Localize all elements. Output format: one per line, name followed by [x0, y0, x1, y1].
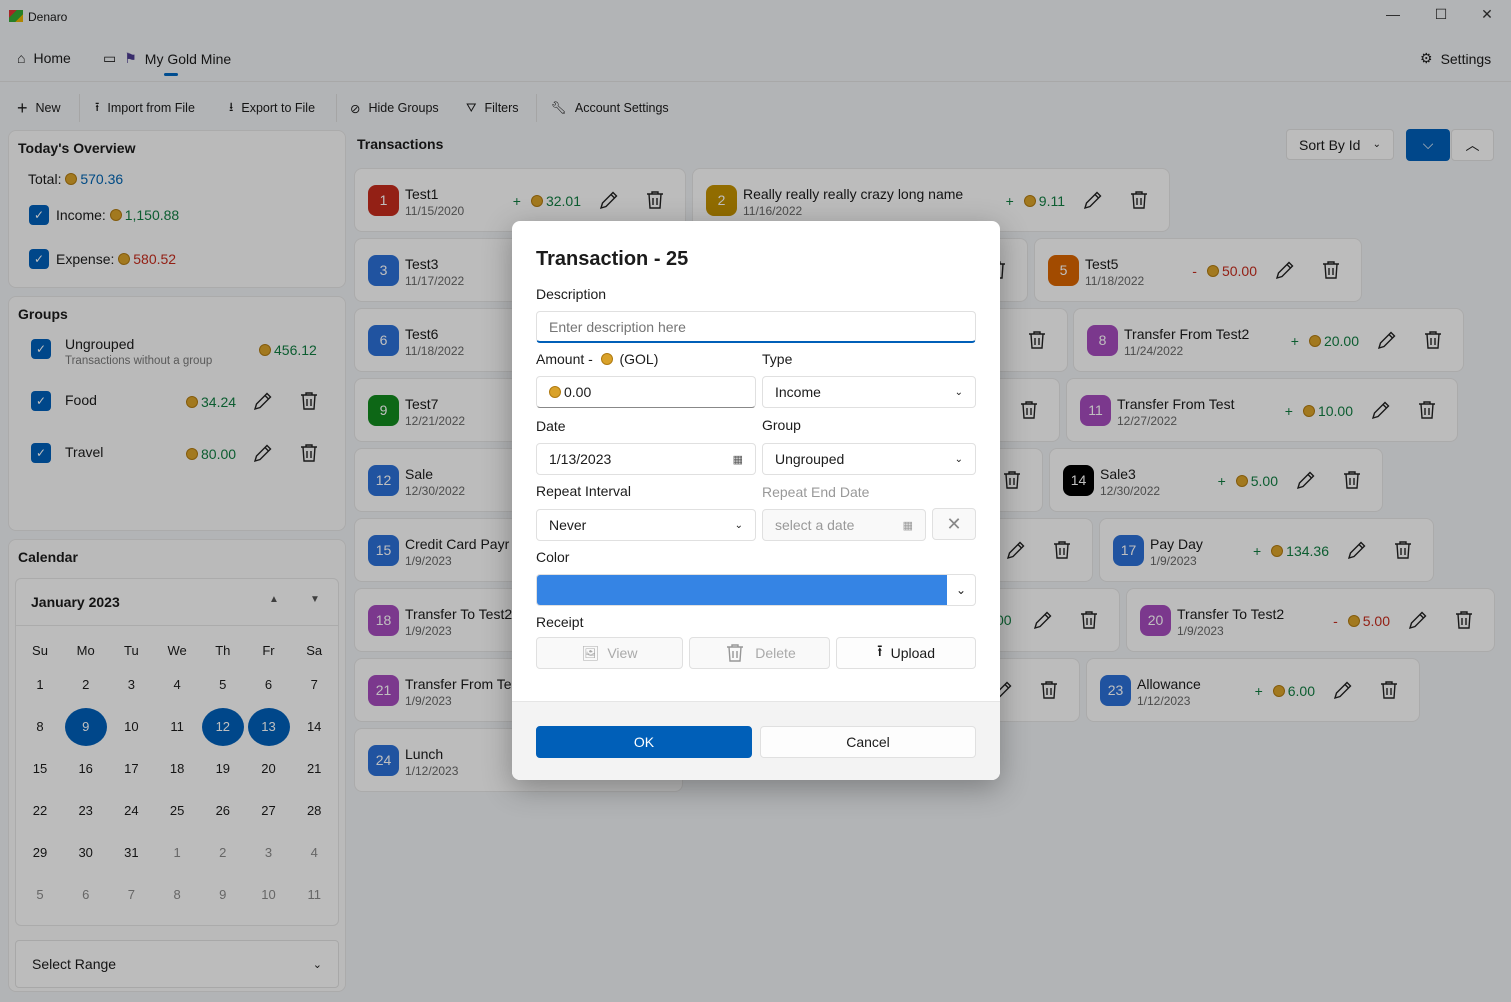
coin-icon: [549, 386, 561, 398]
dialog-title: Transaction - 25: [536, 248, 689, 270]
color-swatch: [537, 575, 948, 605]
coin-icon: [600, 353, 613, 365]
color-picker[interactable]: ⌄: [536, 574, 976, 606]
calendar-icon: ▦: [902, 519, 913, 532]
chevron-down-icon: ⌄: [734, 519, 743, 531]
trash-icon: [723, 641, 747, 665]
amount-label-text: Amount -: [536, 351, 593, 367]
view-receipt-button[interactable]: 🖼︎ View: [536, 637, 683, 669]
color-label: Color: [536, 549, 570, 565]
clear-end-date-button[interactable]: ✕: [932, 508, 976, 540]
group-value: Ungrouped: [775, 451, 845, 467]
repeat-dropdown[interactable]: Never ⌄: [536, 509, 756, 541]
group-label: Group: [762, 417, 801, 433]
type-dropdown[interactable]: Income ⌄: [762, 376, 976, 408]
transaction-dialog: Transaction - 25 Description Amount - (G…: [512, 221, 1000, 780]
delete-label: Delete: [755, 645, 796, 661]
cancel-button[interactable]: Cancel: [760, 726, 976, 758]
amount-value: 0.00: [564, 384, 592, 400]
repeat-end-date-picker[interactable]: select a date ▦: [762, 509, 926, 541]
group-dropdown[interactable]: Ungrouped ⌄: [762, 443, 976, 475]
date-picker[interactable]: 1/13/2023 ▦: [536, 443, 756, 475]
description-input[interactable]: [536, 311, 976, 343]
delete-receipt-button[interactable]: Delete: [689, 637, 830, 669]
date-value: 1/13/2023: [549, 451, 612, 467]
image-icon: 🖼︎: [581, 644, 600, 661]
receipt-label: Receipt: [536, 614, 584, 630]
upload-icon: ⭱: [877, 642, 883, 660]
chevron-down-icon: ⌄: [954, 386, 963, 398]
currency-label: (GOL): [619, 351, 659, 367]
date-label: Date: [536, 418, 566, 434]
upload-label: Upload: [890, 645, 935, 661]
amount-label: Amount - (GOL): [536, 351, 658, 367]
close-icon: ✕: [946, 513, 962, 534]
description-label: Description: [536, 286, 607, 302]
repeat-value: Never: [549, 517, 587, 533]
repeat-end-placeholder: select a date: [775, 517, 855, 533]
amount-input[interactable]: 0.00: [536, 376, 756, 408]
repeat-label: Repeat Interval: [536, 483, 631, 499]
calendar-icon: ▦: [732, 453, 743, 466]
dialog-footer: OK Cancel: [512, 701, 1000, 780]
ok-button[interactable]: OK: [536, 726, 752, 758]
chevron-down-icon: ⌄: [954, 453, 963, 465]
chevron-down-icon: ⌄: [956, 583, 967, 597]
upload-receipt-button[interactable]: ⭱ Upload: [836, 637, 976, 669]
repeat-end-label: Repeat End Date: [762, 484, 870, 500]
view-label: View: [607, 645, 638, 661]
type-value: Income: [775, 384, 821, 400]
type-label: Type: [762, 351, 793, 367]
